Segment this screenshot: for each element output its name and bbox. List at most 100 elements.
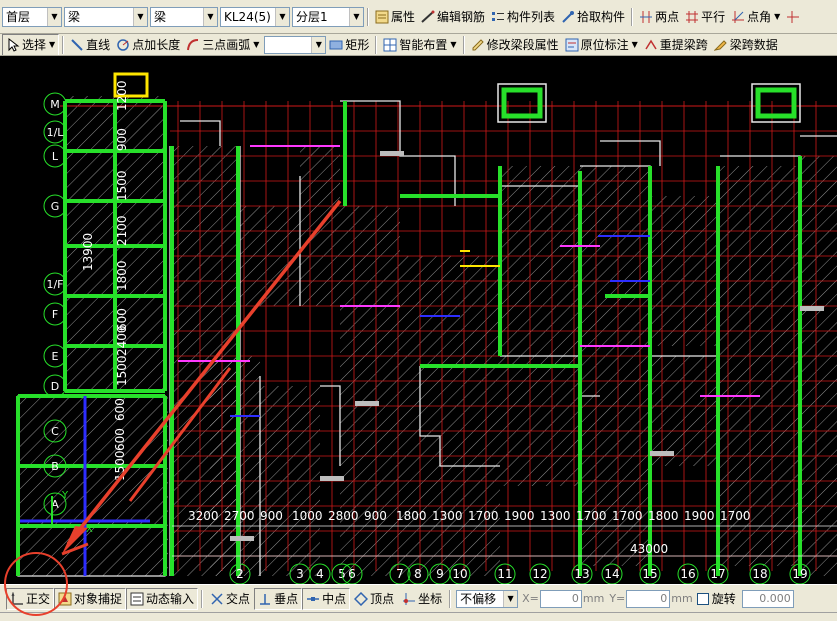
wall-outline <box>320 385 341 466</box>
chevron-down-icon: ▼ <box>47 7 61 26</box>
dynamic-input-icon <box>130 592 144 605</box>
separator <box>62 35 65 54</box>
snap-icon <box>58 592 72 605</box>
point-angle-button[interactable]: 点角 ▼ <box>728 7 783 27</box>
axis-label-bottom: 12 <box>532 567 547 581</box>
select-button[interactable]: 选择 ▼ <box>2 34 60 55</box>
chevron-down-icon: ▼ <box>349 7 363 26</box>
axis-label-bottom: 8 <box>414 567 422 581</box>
axis-label: E <box>52 350 59 363</box>
axis-label-bottom: 16 <box>680 567 695 581</box>
axis-label: 1/L <box>47 126 65 139</box>
floor-plan-drawing: M1/LLG1/FFEDCBA1200900150021001800600240… <box>16 72 837 584</box>
axis-label: B <box>51 460 59 473</box>
two-points-button[interactable]: 两点 <box>636 7 682 27</box>
axis-label: G <box>51 200 60 213</box>
offset-mode-select[interactable]: 不偏移 ▼ <box>456 589 519 608</box>
axis-label-bottom: 10 <box>452 567 467 581</box>
dimension-horizontal: 1700 <box>468 509 499 523</box>
chevron-down-icon: ▼ <box>133 7 147 26</box>
three-point-arc-button[interactable]: 三点画弧 ▼ <box>183 35 262 55</box>
grey-hatch-bar <box>355 401 379 406</box>
parallel-button[interactable]: 平行 <box>682 7 728 27</box>
column-beam <box>501 87 543 119</box>
axis-label: D <box>51 380 59 393</box>
edit-rebar-button[interactable]: 编辑钢筋 <box>418 7 488 27</box>
rotate-label: 旋转 <box>711 592 736 606</box>
dynamic-input-toggle[interactable]: 动态输入 <box>126 587 199 610</box>
chevron-down-icon: ▼ <box>203 7 217 26</box>
dimension-vertical: 2100 <box>115 215 129 246</box>
dimension-vertical: 13900 <box>81 233 95 271</box>
rectangle-button[interactable]: 矩形 <box>326 35 372 55</box>
axis-label-bottom: 3 <box>296 567 304 581</box>
floor-select[interactable]: 首层 ▼ <box>2 6 62 27</box>
slab-hatch <box>800 156 837 576</box>
pick-component-button[interactable]: 拾取构件 <box>558 7 628 27</box>
dimension-horizontal: 1700 <box>612 509 643 523</box>
more-tools-button[interactable] <box>783 7 803 27</box>
axis-label-bottom: 14 <box>604 567 619 581</box>
slab-hatch <box>340 206 400 366</box>
axis-label: F <box>52 308 58 321</box>
type-select[interactable]: 梁 ▼ <box>150 6 218 27</box>
slab-hatch <box>420 366 500 576</box>
separator <box>449 589 452 608</box>
separator <box>367 7 369 26</box>
axis-label-bottom: 19 <box>792 567 807 581</box>
y-input[interactable]: 0 <box>626 589 671 608</box>
arc-icon <box>187 38 199 50</box>
line-button[interactable]: 直线 <box>67 35 113 55</box>
x-input[interactable]: 0 <box>539 589 582 608</box>
in-situ-annotation-button[interactable]: 原位标注 ▼ <box>562 35 641 55</box>
rotate-checkbox[interactable] <box>696 592 709 605</box>
angle-icon <box>732 10 745 23</box>
slab-hatch <box>340 366 420 576</box>
ortho-toggle[interactable]: 正交 <box>6 587 55 610</box>
x-label: X= <box>522 592 539 605</box>
chevron-down-icon: ▼ <box>503 590 518 607</box>
dimension-vertical: 900 <box>115 128 129 151</box>
axis-label: C <box>51 425 59 438</box>
modify-span-props-button[interactable]: 修改梁段属性 <box>468 35 562 55</box>
axis-label-bottom: 7 <box>396 567 404 581</box>
eyedropper-icon <box>562 10 575 23</box>
y-label: Y= <box>609 592 626 605</box>
coordinate-snap[interactable]: 坐标 <box>398 588 446 610</box>
span-data-button[interactable]: 梁跨数据 <box>711 35 781 55</box>
properties-button[interactable]: 属性 <box>372 7 418 27</box>
modify-icon <box>472 38 484 50</box>
separator <box>201 589 204 608</box>
chevron-down-icon: ▼ <box>253 40 260 49</box>
grey-hatch-bar <box>800 306 824 311</box>
point-length-button[interactable]: 点加长度 <box>113 35 183 55</box>
dimension-horizontal: 1300 <box>540 509 571 523</box>
arc-option-select[interactable]: ▼ <box>264 35 327 54</box>
layer-select[interactable]: 分层1 ▼ <box>292 6 364 27</box>
component-list-button[interactable]: 构件列表 <box>488 7 558 27</box>
ortho-icon <box>11 591 23 605</box>
re-extract-span-button[interactable]: 重提梁跨 <box>641 35 711 55</box>
coordinate-icon <box>403 592 416 605</box>
vertex-snap[interactable]: 顶点 <box>350 588 398 610</box>
axis-label-bottom: 18 <box>752 567 767 581</box>
dimension-vertical: 600 <box>113 428 127 451</box>
x-unit: mm <box>582 592 605 605</box>
grey-hatch-bar <box>380 151 404 156</box>
smart-layout-button[interactable]: 智能布置 ▼ <box>380 35 459 55</box>
category-select[interactable]: 梁 ▼ <box>64 6 148 27</box>
dimension-horizontal: 2800 <box>328 509 359 523</box>
grey-hatch-bar <box>320 476 344 481</box>
midpoint-snap[interactable]: 中点 <box>302 587 351 610</box>
perpendicular-snap[interactable]: 垂点 <box>254 587 303 610</box>
intersection-snap[interactable]: 交点 <box>206 588 254 610</box>
vertex-icon <box>354 591 369 606</box>
element-select[interactable]: KL24(5) ▼ <box>220 6 290 27</box>
dimension-horizontal: 1700 <box>720 509 751 523</box>
chevron-down-icon: ▼ <box>275 7 289 26</box>
slab-hatch <box>210 356 260 576</box>
object-snap-toggle[interactable]: 对象捕捉 <box>54 587 127 610</box>
axis-label-bottom: 17 <box>710 567 725 581</box>
drawing-canvas[interactable]: M 1/L L G 1/F F E D C B A 1200 900 1500 2100 1800 600 240… <box>0 56 837 584</box>
rotate-input[interactable]: 0.000 <box>741 589 794 608</box>
